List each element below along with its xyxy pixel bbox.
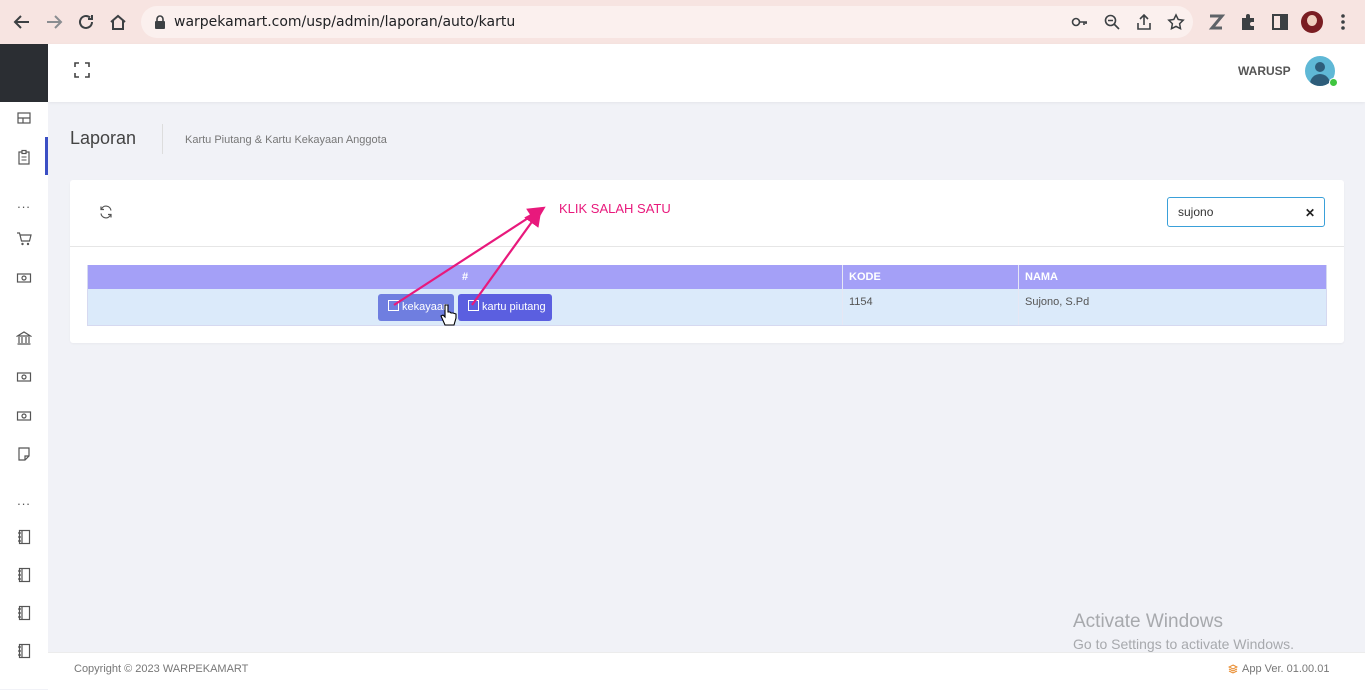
page-subtitle: Kartu Piutang & Kartu Kekayaan Anggota bbox=[185, 134, 387, 146]
lock-icon bbox=[155, 15, 165, 29]
column-header-nama[interactable]: NAMA bbox=[1019, 265, 1326, 289]
reload-icon[interactable] bbox=[75, 11, 97, 33]
notebook-icon bbox=[18, 567, 31, 583]
kartu-piutang-button-label: kartu piutang bbox=[482, 301, 546, 313]
url-text: warpekamart.com/usp/admin/laporan/auto/k… bbox=[174, 14, 516, 30]
column-divider bbox=[1018, 265, 1019, 325]
money-icon bbox=[16, 411, 32, 421]
table-cell-nama: Sujono, S.Pd bbox=[1019, 289, 1326, 325]
table-cell-kode: 1154 bbox=[843, 289, 1018, 325]
column-header-number[interactable]: # bbox=[88, 265, 842, 289]
share-icon[interactable] bbox=[1135, 13, 1153, 31]
sidebar: ... ... bbox=[0, 102, 48, 689]
money-icon bbox=[16, 372, 32, 382]
forward-icon[interactable] bbox=[43, 11, 65, 33]
document-icon bbox=[468, 300, 479, 311]
cart-icon bbox=[17, 232, 32, 246]
sidebar-item-laporan[interactable] bbox=[0, 142, 48, 172]
back-icon[interactable] bbox=[11, 11, 33, 33]
sidebar-brand bbox=[0, 44, 48, 102]
page-title: Laporan bbox=[70, 128, 137, 148]
bank-icon bbox=[16, 331, 32, 345]
title-divider bbox=[162, 124, 163, 154]
document-icon bbox=[388, 300, 399, 311]
sidebar-section-dots: ... bbox=[17, 196, 31, 211]
notebook-icon bbox=[18, 605, 31, 621]
fullscreen-icon[interactable] bbox=[74, 62, 90, 78]
sidebar-item-dashboard[interactable] bbox=[0, 103, 48, 133]
browser-toolbar: warpekamart.com/usp/admin/laporan/auto/k… bbox=[0, 0, 1365, 44]
annotation-text: KLIK SALAH SATU bbox=[559, 201, 671, 216]
username[interactable]: WARUSP bbox=[1238, 64, 1291, 78]
windows-watermark-subtitle: Go to Settings to activate Windows. bbox=[1073, 636, 1294, 652]
online-status-dot bbox=[1329, 78, 1338, 87]
sidebar-item-cash-2[interactable] bbox=[0, 362, 48, 392]
app-version: App Ver. 01.00.01 bbox=[1242, 663, 1330, 675]
sidebar-item-bank[interactable] bbox=[0, 323, 48, 353]
side-panel-icon[interactable] bbox=[1269, 11, 1291, 33]
key-icon[interactable] bbox=[1071, 13, 1089, 31]
sidebar-item-book-4[interactable] bbox=[0, 636, 48, 666]
sidebar-active-indicator bbox=[45, 137, 48, 175]
kekayaan-button-label: kekayaan bbox=[402, 301, 450, 313]
column-divider bbox=[842, 265, 843, 325]
sidebar-item-cash-3[interactable] bbox=[0, 401, 48, 431]
puzzle-extensions-icon[interactable] bbox=[1237, 11, 1259, 33]
sidebar-section-dots-2: ... bbox=[17, 493, 31, 508]
search-box: ✕ bbox=[1167, 197, 1325, 227]
home-icon[interactable] bbox=[107, 11, 129, 33]
search-input[interactable] bbox=[1178, 205, 1293, 219]
money-icon bbox=[16, 273, 32, 283]
clear-search-icon[interactable]: ✕ bbox=[1305, 206, 1315, 220]
zoom-icon[interactable] bbox=[1103, 13, 1121, 31]
bookmark-star-icon[interactable] bbox=[1167, 13, 1185, 31]
kartu-piutang-button[interactable]: kartu piutang bbox=[458, 294, 552, 321]
card-divider bbox=[70, 246, 1344, 247]
sticky-note-icon bbox=[18, 447, 30, 461]
address-bar[interactable]: warpekamart.com/usp/admin/laporan/auto/k… bbox=[141, 6, 1193, 38]
kekayaan-button[interactable]: kekayaan bbox=[378, 294, 454, 321]
column-header-kode[interactable]: KODE bbox=[843, 265, 1018, 289]
sidebar-item-cash[interactable] bbox=[0, 263, 48, 293]
sidebar-item-book-1[interactable] bbox=[0, 522, 48, 552]
notebook-icon bbox=[18, 529, 31, 545]
layout-icon bbox=[17, 112, 31, 124]
refresh-icon[interactable] bbox=[99, 205, 113, 219]
notebook-icon bbox=[18, 643, 31, 659]
profile-avatar[interactable] bbox=[1301, 11, 1323, 33]
copyright-text: Copyright © 2023 WARPEKAMART bbox=[74, 663, 249, 675]
layers-icon bbox=[1228, 664, 1238, 674]
windows-watermark-title: Activate Windows bbox=[1073, 611, 1223, 632]
annotation-arrows bbox=[393, 206, 546, 326]
clipboard-icon bbox=[18, 149, 30, 165]
sidebar-item-book-2[interactable] bbox=[0, 560, 48, 590]
zotero-extension-icon[interactable] bbox=[1205, 11, 1227, 33]
sidebar-item-cart[interactable] bbox=[0, 224, 48, 254]
sidebar-item-note[interactable] bbox=[0, 439, 48, 469]
menu-kebab-icon[interactable] bbox=[1336, 11, 1350, 33]
sidebar-item-book-3[interactable] bbox=[0, 598, 48, 628]
top-header bbox=[48, 44, 1365, 102]
